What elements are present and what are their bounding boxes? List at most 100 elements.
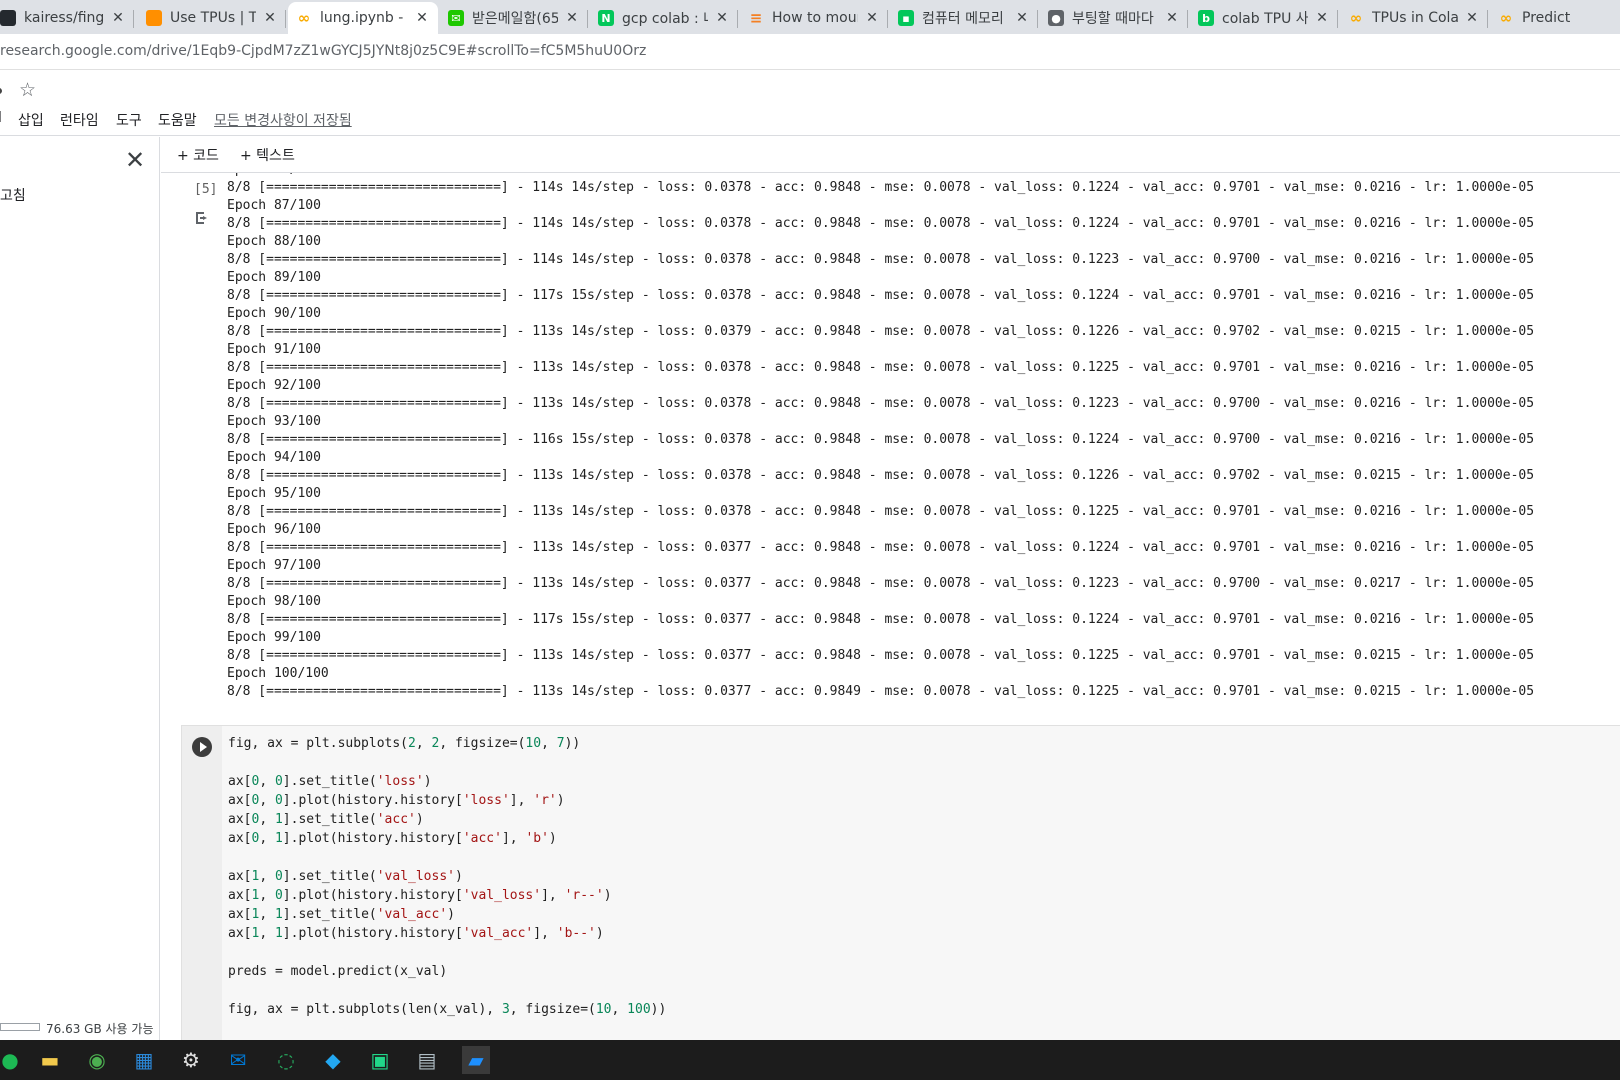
colab-icon: ∞ [1349, 9, 1363, 27]
tab-title: colab TPU 사용 [1222, 11, 1308, 27]
training-progress-line: 8/8 [==============================] - 1… [227, 648, 1535, 663]
code-line: preds = model.predict(x_val) [228, 964, 448, 979]
browser-tab[interactable]: ∞ lung.ipynb - C ✕ [288, 2, 438, 34]
mail-icon[interactable]: ✉ [224, 1046, 252, 1074]
sticky-notes-icon[interactable]: ▰ [462, 1046, 490, 1074]
notebook-area: [5] Epoch 86/1008/8 [===================… [161, 173, 1620, 1040]
run-cell-button[interactable] [192, 737, 212, 757]
disk-usage-label: 76.63 GB 사용 가능 [46, 1022, 154, 1036]
epoch-header-line: Epoch 88/100 [227, 234, 321, 249]
training-progress-line: 8/8 [==============================] - 1… [227, 432, 1535, 447]
close-tab-icon[interactable]: ✕ [414, 10, 430, 26]
epoch-header-line: Epoch 87/100 [227, 198, 321, 213]
code-line: fig, ax = plt.subplots(2, 2, figsize=(10… [228, 736, 581, 751]
code-line: fig, ax = plt.subplots(len(x_val), 3, fi… [228, 1002, 667, 1017]
tab-title: 컴퓨터 메모리 [922, 11, 1004, 27]
side-panel: ✕ 고침 [0, 137, 160, 1040]
close-tab-icon[interactable]: ✕ [1014, 10, 1030, 26]
output-actions-icon[interactable] [194, 210, 210, 226]
browser-tab[interactable]: ● 부팅할 때마다 ✕ [1040, 2, 1188, 34]
code-line: ax[0, 1].set_title('acc') [228, 812, 424, 827]
notebook-toolbar: + 코드 + 텍스트 [161, 137, 1620, 173]
code-cell[interactable]: fig, ax = plt.subplots(2, 2, figsize=(10… [181, 725, 1620, 1040]
tab-separator [133, 10, 134, 28]
refresh-label[interactable]: 고침 [0, 185, 26, 205]
colab-icon: ∞ [297, 9, 311, 27]
browser-tab[interactable]: Use TPUs | T ✕ [138, 2, 286, 34]
code-line: ax[0, 1].plot(history.history['acc'], 'b… [228, 831, 557, 846]
close-tab-icon[interactable]: ✕ [714, 10, 730, 26]
tab-title: gcp colab : 네 [622, 11, 708, 27]
browser-tab[interactable]: ≡ How to moun ✕ [740, 2, 888, 34]
stackoverflow-icon: ≡ [749, 9, 763, 27]
vscode-icon[interactable]: ◆ [319, 1046, 347, 1074]
bookmark-icon: ▪ [898, 10, 914, 26]
save-status-link[interactable]: 모든 변경사항이 저장됨 [214, 110, 352, 130]
remote-desktop-icon[interactable]: ▤ [413, 1046, 441, 1074]
close-tab-icon[interactable]: ✕ [262, 10, 278, 26]
close-tab-icon[interactable]: ✕ [564, 10, 580, 26]
epoch-header-line: Epoch 95/100 [227, 486, 321, 501]
menu-tools[interactable]: 도구 [116, 110, 142, 130]
tab-title: TPUs in Colab [1372, 10, 1458, 26]
browser-tab[interactable]: ∞ Predict [1490, 2, 1620, 34]
add-text-button[interactable]: + 텍스트 [240, 145, 295, 165]
training-progress-line: 8/8 [==============================] - 1… [227, 360, 1535, 375]
epoch-header-line: Epoch 97/100 [227, 558, 321, 573]
epoch-header-line: Epoch 90/100 [227, 306, 321, 321]
tab-separator [587, 10, 588, 28]
star-icon[interactable]: ☆ [19, 79, 36, 101]
chrome-icon[interactable]: ◉ [83, 1046, 111, 1074]
close-tab-icon[interactable]: ✕ [864, 10, 880, 26]
file-explorer-icon[interactable]: ▬ [36, 1046, 64, 1074]
browser-tab[interactable]: kairess/fingerp ✕ [0, 2, 134, 34]
play-icon [199, 742, 207, 752]
taskbar: ● ▬ ◉ ▦ ⚙ ✉ ◌ ◆ ▣ ▤ ▰ [0, 1040, 1620, 1080]
tab-title: How to moun [772, 10, 858, 26]
browser-tab[interactable]: Ngcp colab : 네 ✕ [590, 2, 738, 34]
github-icon [0, 10, 16, 26]
menu-help[interactable]: 도움말 [158, 110, 197, 130]
menu-runtime[interactable]: 런타임 [60, 110, 99, 130]
close-icon[interactable]: ✕ [125, 146, 145, 174]
close-tab-icon[interactable]: ✕ [110, 10, 126, 26]
colab-icon: ∞ [1499, 9, 1513, 27]
epoch-header-line: Epoch 100/100 [227, 666, 329, 681]
epoch-header-line: Epoch 89/100 [227, 270, 321, 285]
menu-insert[interactable]: 삽입 [18, 110, 44, 130]
epoch-header-line: Epoch 94/100 [227, 450, 321, 465]
menu-item-fragment[interactable]: l [0, 110, 2, 126]
add-code-button[interactable]: + 코드 [177, 145, 219, 165]
close-tab-icon[interactable]: ✕ [1164, 10, 1180, 26]
code-line: ax[0, 0].set_title('loss') [228, 774, 432, 789]
browser-tab[interactable]: ▪ 컴퓨터 메모리 ✕ [890, 2, 1038, 34]
settings-icon[interactable]: ⚙ [177, 1046, 205, 1074]
close-tab-icon[interactable]: ✕ [1464, 10, 1480, 26]
training-progress-line: 8/8 [==============================] - 1… [227, 612, 1535, 627]
pycharm-icon[interactable]: ▣ [366, 1046, 394, 1074]
browser-tab[interactable]: b colab TPU 사용 ✕ [1190, 2, 1338, 34]
globe-icon: ● [1048, 10, 1064, 26]
code-line: ax[1, 0].plot(history.history['val_loss'… [228, 888, 612, 903]
circle-app-icon[interactable]: ◌ [272, 1046, 300, 1074]
epoch-header-line: Epoch 93/100 [227, 414, 321, 429]
url-text[interactable]: research.google.com/drive/1Eqb9-CjpdM7zZ… [0, 43, 646, 59]
close-tab-icon[interactable]: ✕ [1314, 10, 1330, 26]
code-line: ax[1, 0].set_title('val_loss') [228, 869, 463, 884]
address-bar[interactable]: research.google.com/drive/1Eqb9-CjpdM7zZ… [0, 34, 1620, 70]
browser-tab-strip: kairess/fingerp ✕ Use TPUs | T ✕ ∞ lung.ipynb… [0, 0, 1620, 34]
app-green-icon[interactable]: ● [0, 1046, 24, 1074]
browser-tab[interactable]: ✉ 받은메일함(65 ✕ [440, 2, 588, 34]
training-progress-line: 8/8 [==============================] - 1… [227, 216, 1535, 231]
cell-output: Epoch 86/1008/8 [=======================… [227, 173, 1534, 701]
store-icon[interactable]: ▦ [130, 1046, 158, 1074]
browser-tab[interactable]: ∞ TPUs in Colab ✕ [1340, 2, 1488, 34]
code-line: ax[0, 0].plot(history.history['loss'], '… [228, 793, 565, 808]
training-progress-line: 8/8 [==============================] - 1… [227, 468, 1535, 483]
code-editor[interactable]: fig, ax = plt.subplots(2, 2, figsize=(10… [228, 734, 666, 1019]
training-progress-line: 8/8 [==============================] - 1… [227, 576, 1535, 591]
tab-separator [285, 10, 286, 28]
